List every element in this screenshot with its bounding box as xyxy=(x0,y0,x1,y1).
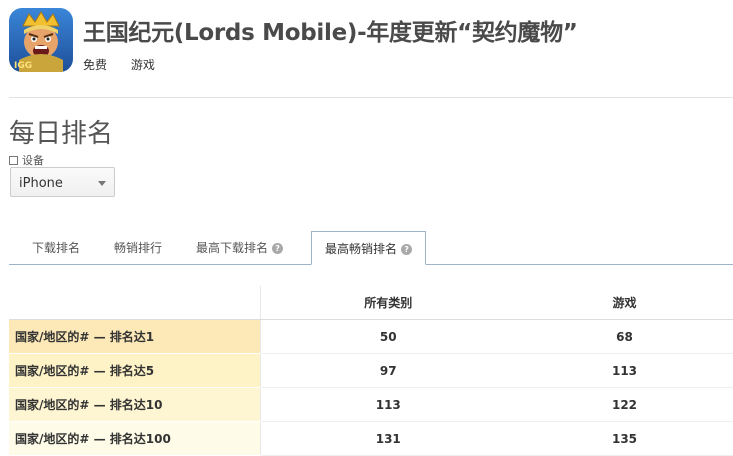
device-label: 设备 xyxy=(9,152,44,168)
table-header-row: 所有类别 游戏 xyxy=(9,286,733,320)
game-hero-icon: IGG xyxy=(9,8,73,72)
table-cell: 68 xyxy=(516,319,733,354)
tab-label: 最高畅销排名 xyxy=(325,242,398,256)
app-title: 王国纪元(Lords Mobile)-年度更新“契约魔物” xyxy=(83,20,578,46)
row-label: 国家/地区的# — 排名达10 xyxy=(9,387,261,422)
table-cell: 122 xyxy=(516,387,733,422)
table-header: 所有类别 xyxy=(260,286,516,320)
table-header-blank xyxy=(9,286,261,320)
table-row: 国家/地区的# — 排名达1 50 68 xyxy=(9,319,733,354)
category-link[interactable]: 游戏 xyxy=(131,58,155,72)
price-label: 免费 xyxy=(83,58,108,72)
tab-top-grossing[interactable]: 最高畅销排名? xyxy=(311,231,427,265)
row-label: 国家/地区的# — 排名达100 xyxy=(9,421,261,456)
tab-grossing[interactable]: 畅销排行 xyxy=(114,231,162,265)
tab-label: 最高下载排名 xyxy=(196,241,269,255)
app-meta: 免费 游戏 xyxy=(83,56,175,73)
device-icon xyxy=(9,155,18,165)
tab-top-downloads[interactable]: 最高下载排名? xyxy=(196,231,284,265)
table-header: 游戏 xyxy=(516,286,733,320)
table-cell: 113 xyxy=(260,387,516,422)
table-cell: 50 xyxy=(260,319,516,354)
table-cell: 135 xyxy=(516,421,733,456)
header-divider xyxy=(9,97,733,98)
device-select[interactable]: iPhone xyxy=(10,167,115,197)
ranking-tabs: 下载排名 畅销排行 最高下载排名? 最高畅销排名? xyxy=(9,231,733,265)
app-icon: IGG xyxy=(9,8,73,72)
table-cell: 131 xyxy=(260,421,516,456)
tab-label: 下载排名 xyxy=(32,241,81,255)
row-label: 国家/地区的# — 排名达5 xyxy=(9,353,261,388)
section-title: 每日排名 xyxy=(9,119,114,149)
table-cell: 113 xyxy=(516,353,733,388)
device-select-value: iPhone xyxy=(19,176,63,191)
table-cell: 97 xyxy=(260,353,516,388)
help-icon[interactable]: ? xyxy=(272,243,284,254)
tab-label: 畅销排行 xyxy=(114,241,163,255)
table-row: 国家/地区的# — 排名达5 97 113 xyxy=(9,353,733,388)
table-row: 国家/地区的# — 排名达10 113 122 xyxy=(9,387,733,422)
caret-down-icon xyxy=(98,181,106,186)
tab-downloads[interactable]: 下载排名 xyxy=(32,231,80,265)
table-row: 国家/地区的# — 排名达100 131 135 xyxy=(9,421,733,456)
device-label-text: 设备 xyxy=(22,154,44,167)
help-icon[interactable]: ? xyxy=(401,244,413,255)
svg-text:IGG: IGG xyxy=(14,61,32,71)
ranking-table: 所有类别 游戏 国家/地区的# — 排名达1 50 68 国家/地区的# — 排… xyxy=(9,286,733,456)
row-label: 国家/地区的# — 排名达1 xyxy=(9,319,261,354)
